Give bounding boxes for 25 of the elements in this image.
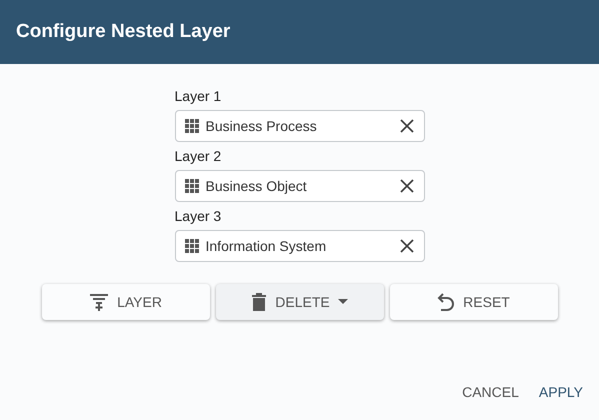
close-icon[interactable] xyxy=(400,179,414,193)
undo-icon xyxy=(437,292,456,312)
cancel-button[interactable]: CANCEL xyxy=(454,378,527,406)
grid-icon xyxy=(184,178,200,194)
field-value: Business Process xyxy=(206,118,318,134)
field-label: Layer 3 xyxy=(174,208,222,224)
action-button[interactable]: DELETE xyxy=(216,284,384,320)
field-value: Business Object xyxy=(206,178,308,194)
action-button[interactable]: LAYER xyxy=(42,284,210,320)
field-label: Layer 1 xyxy=(174,88,222,104)
caret-icon xyxy=(338,299,348,305)
trash-icon xyxy=(251,292,268,312)
grid-icon xyxy=(184,238,200,254)
action-button[interactable]: RESET xyxy=(390,284,558,320)
select-field[interactable]: Information System xyxy=(174,230,424,262)
close-icon[interactable] xyxy=(400,239,414,253)
grid-icon xyxy=(184,118,200,134)
field-value: Information System xyxy=(206,238,328,254)
select-field[interactable]: Business Process xyxy=(174,110,424,142)
add-filter-icon xyxy=(89,292,110,312)
apply-button[interactable]: APPLY xyxy=(530,378,591,406)
select-field[interactable]: Business Object xyxy=(174,170,424,202)
dialog-title: Configure Nested Layer xyxy=(16,21,230,43)
close-icon[interactable] xyxy=(400,119,414,133)
field-label: Layer 2 xyxy=(174,148,222,164)
